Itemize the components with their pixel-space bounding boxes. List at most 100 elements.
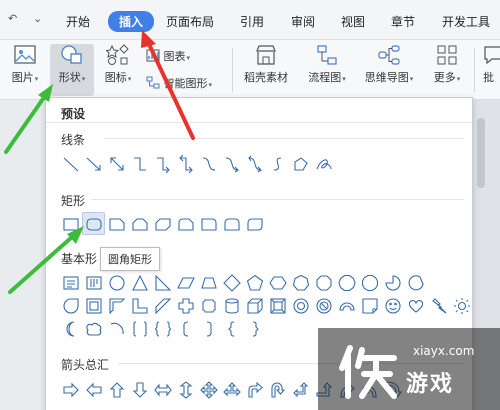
donut-shape[interactable] — [289, 294, 312, 317]
rounded-rectangle-shape[interactable] — [82, 212, 105, 235]
round-diagonal-corner-rectangle-shape[interactable] — [243, 212, 266, 235]
chart-button[interactable]: 图表▾ — [146, 48, 206, 66]
decagon-shape[interactable] — [335, 271, 358, 294]
right-triangle-shape[interactable] — [151, 271, 174, 294]
icons-button[interactable]: 图标▾ — [98, 44, 138, 96]
frame-shape[interactable] — [82, 294, 105, 317]
flowchart-button[interactable]: 流程图▾ — [302, 44, 352, 96]
tab-page-layout[interactable]: 页面布局 — [166, 13, 214, 30]
left-right-arrow-shape[interactable] — [151, 378, 174, 401]
l-shape[interactable] — [128, 294, 151, 317]
teardrop-shape[interactable] — [59, 294, 82, 317]
materials-button[interactable]: 稻壳素材 — [238, 44, 294, 96]
parallelogram-shape[interactable] — [174, 271, 197, 294]
hexagon-shape[interactable] — [266, 271, 289, 294]
u-turn-arrow-shape[interactable] — [266, 378, 289, 401]
dodecagon-shape[interactable] — [358, 271, 381, 294]
pentagon-shape[interactable] — [243, 271, 266, 294]
elbow-double-arrow-connector-shape[interactable] — [174, 152, 197, 175]
smiley-face-shape[interactable] — [381, 294, 404, 317]
snip-single-corner-rectangle-shape[interactable] — [105, 212, 128, 235]
tab-view[interactable]: 视图 — [341, 13, 365, 30]
double-arrow-line-shape[interactable] — [105, 152, 128, 175]
comment-button[interactable]: 批 — [478, 44, 500, 96]
tab-section[interactable]: 章节 — [391, 13, 415, 30]
tab-insert[interactable]: 插入 — [108, 11, 155, 32]
left-brace-shape[interactable] — [220, 317, 243, 340]
undo-icon[interactable]: ↶ — [8, 12, 17, 25]
text-box-shape[interactable] — [59, 271, 82, 294]
store-icon — [256, 45, 276, 65]
chord-shape[interactable] — [404, 271, 427, 294]
heart-shape[interactable] — [404, 294, 427, 317]
triangle-shape[interactable] — [128, 271, 151, 294]
rectangle-shape[interactable] — [59, 212, 82, 235]
no-symbol-shape[interactable] — [312, 294, 335, 317]
freeform-shape[interactable] — [289, 152, 312, 175]
bent-arrow-shape[interactable] — [243, 378, 266, 401]
quick-access-dropdown-icon[interactable]: ⌄ — [33, 12, 42, 25]
scribble-shape[interactable] — [312, 152, 335, 175]
right-bracket-shape[interactable] — [197, 317, 220, 340]
up-down-arrow-shape[interactable] — [174, 378, 197, 401]
cube-shape[interactable] — [243, 294, 266, 317]
round-same-side-corner-rectangle-shape[interactable] — [220, 212, 243, 235]
lightning-bolt-shape[interactable] — [427, 294, 450, 317]
diamond-shape[interactable] — [220, 271, 243, 294]
folded-corner-shape[interactable] — [358, 294, 381, 317]
snip-round-rectangle-shape[interactable] — [174, 212, 197, 235]
arc-shape[interactable] — [105, 317, 128, 340]
shapes-label: 形状 — [58, 71, 81, 84]
left-right-up-arrow-shape[interactable] — [220, 378, 243, 401]
smart-art-button[interactable]: 智能图形▾ — [146, 75, 226, 93]
trapezoid-shape[interactable] — [197, 271, 220, 294]
vertical-text-box-shape[interactable] — [82, 271, 105, 294]
block-arc-shape[interactable] — [335, 294, 358, 317]
octagon-shape[interactable] — [312, 271, 335, 294]
cloud-shape[interactable] — [82, 317, 105, 340]
left-bracket-shape[interactable] — [174, 317, 197, 340]
round-single-corner-rectangle-shape[interactable] — [197, 212, 220, 235]
mindmap-icon — [378, 45, 400, 65]
diagonal-stripe-shape[interactable] — [151, 294, 174, 317]
mindmap-button[interactable]: 思维导图▾ — [358, 44, 420, 96]
tab-review[interactable]: 审阅 — [291, 13, 315, 30]
sun-shape[interactable] — [450, 294, 473, 317]
up-arrow-shape[interactable] — [105, 378, 128, 401]
left-arrow-shape[interactable] — [82, 378, 105, 401]
heptagon-shape[interactable] — [289, 271, 312, 294]
bevel-shape[interactable] — [266, 294, 289, 317]
left-up-arrow-shape[interactable] — [289, 378, 312, 401]
shapes-button[interactable]: 形状▾ — [50, 44, 94, 96]
right-brace-shape[interactable] — [243, 317, 266, 340]
scrollbar-thumb[interactable] — [477, 118, 485, 188]
right-arrow-shape[interactable] — [59, 378, 82, 401]
half-frame-shape[interactable] — [105, 294, 128, 317]
tab-dev-tools[interactable]: 开发工具 — [442, 13, 490, 30]
elbow-arrow-connector-shape[interactable] — [151, 152, 174, 175]
arrow-line-shape[interactable] — [82, 152, 105, 175]
down-arrow-shape[interactable] — [128, 378, 151, 401]
plaque-shape[interactable] — [197, 294, 220, 317]
snip-same-side-corner-rectangle-shape[interactable] — [128, 212, 151, 235]
tab-start[interactable]: 开始 — [66, 13, 90, 30]
cross-shape[interactable] — [174, 294, 197, 317]
icons-icon — [106, 44, 129, 65]
more-button[interactable]: 更多▾ — [426, 44, 468, 96]
picture-button[interactable]: 图片▾ — [6, 44, 44, 96]
pie-shape[interactable] — [381, 271, 404, 294]
moon-shape[interactable] — [59, 317, 82, 340]
can-shape[interactable] — [220, 294, 243, 317]
snip-diagonal-corner-rectangle-shape[interactable] — [151, 212, 174, 235]
curved-arrow-connector-shape[interactable] — [220, 152, 243, 175]
line-shape[interactable] — [59, 152, 82, 175]
oval-shape[interactable] — [105, 271, 128, 294]
curved-connector-shape[interactable] — [197, 152, 220, 175]
curve-shape[interactable] — [266, 152, 289, 175]
tab-references[interactable]: 引用 — [240, 13, 264, 30]
elbow-connector-shape[interactable] — [128, 152, 151, 175]
double-brace-shape[interactable] — [151, 317, 174, 340]
curved-double-arrow-connector-shape[interactable] — [243, 152, 266, 175]
quad-arrow-shape[interactable] — [197, 378, 220, 401]
double-bracket-shape[interactable] — [128, 317, 151, 340]
